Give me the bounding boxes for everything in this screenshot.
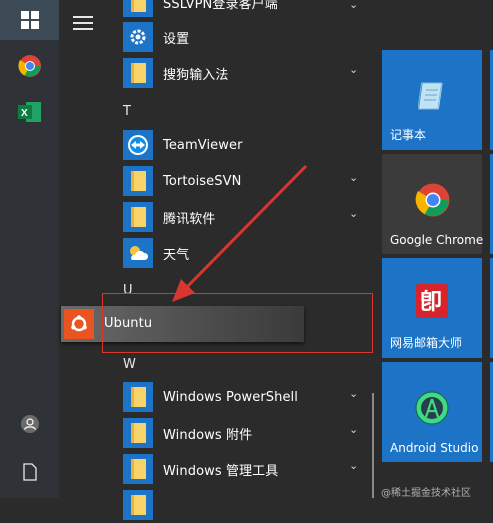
svg-text:卽: 卽: [420, 289, 442, 315]
tile-netease-mail[interactable]: 卽 网易邮箱大师: [382, 258, 482, 358]
watermark: @稀土掘金技术社区: [381, 488, 471, 499]
tile-android-studio[interactable]: Android Studio: [382, 362, 482, 462]
notepad-icon: [418, 82, 443, 110]
tile-label: 网易邮箱大师: [390, 336, 463, 350]
tile-notepad[interactable]: 记事本: [382, 50, 482, 150]
tile-label: Google Chrome: [390, 233, 484, 247]
android-studio-icon: [415, 391, 449, 425]
tile-label: Android Studio: [390, 441, 479, 455]
tiles-pane: 记事本 Google Chrome 卽 网易邮箱大师 Android Studi…: [374, 0, 493, 498]
tile-google-chrome[interactable]: Google Chrome: [382, 154, 484, 254]
tile-label: 记事本: [390, 128, 427, 142]
chrome-icon: [415, 183, 450, 217]
mail-master-icon: 卽: [416, 284, 448, 318]
